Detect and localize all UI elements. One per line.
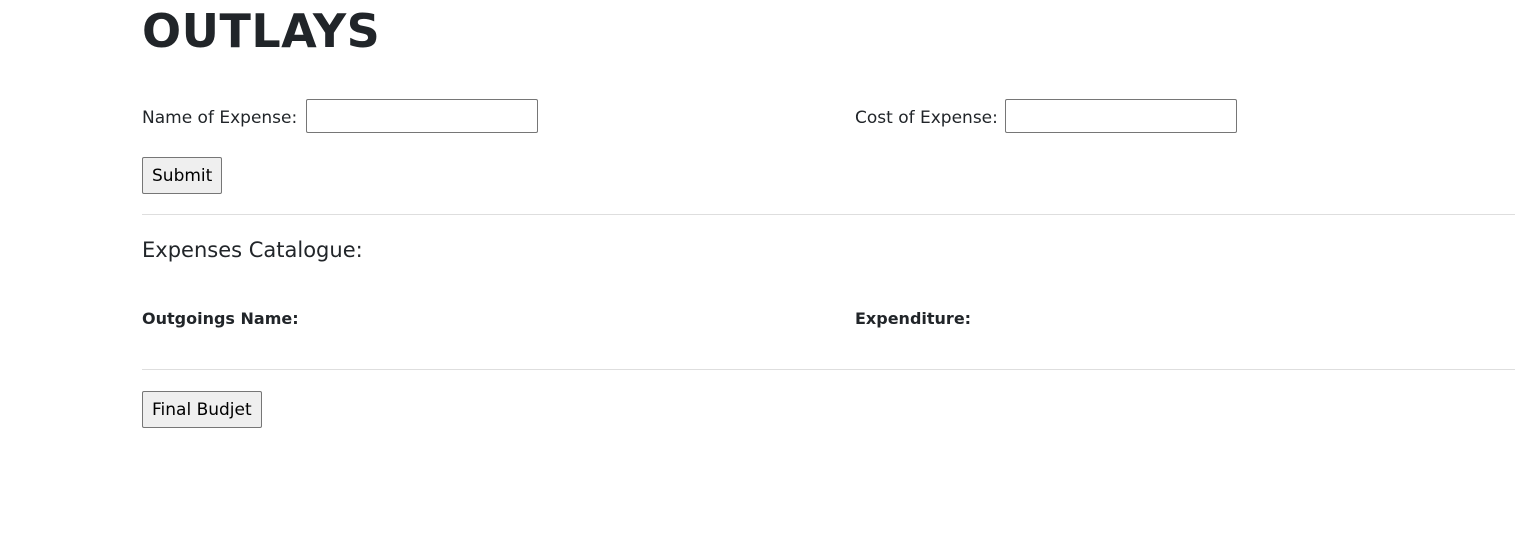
- final-budget-button[interactable]: Final Budjet: [142, 391, 262, 428]
- submit-button[interactable]: Submit: [142, 157, 223, 194]
- expense-cost-label: Cost of Expense:: [855, 108, 998, 128]
- column-header-name: Outgoings Name:: [142, 309, 299, 328]
- expense-cost-input[interactable]: [1005, 99, 1237, 133]
- page-title: OUTLAYS: [142, 4, 381, 58]
- column-header-expenditure: Expenditure:: [855, 309, 972, 328]
- expense-name-input[interactable]: [306, 99, 538, 133]
- divider: [142, 214, 1515, 215]
- catalogue-heading: Expenses Catalogue:: [142, 238, 363, 262]
- divider: [142, 369, 1515, 370]
- expense-name-label: Name of Expense:: [142, 108, 298, 128]
